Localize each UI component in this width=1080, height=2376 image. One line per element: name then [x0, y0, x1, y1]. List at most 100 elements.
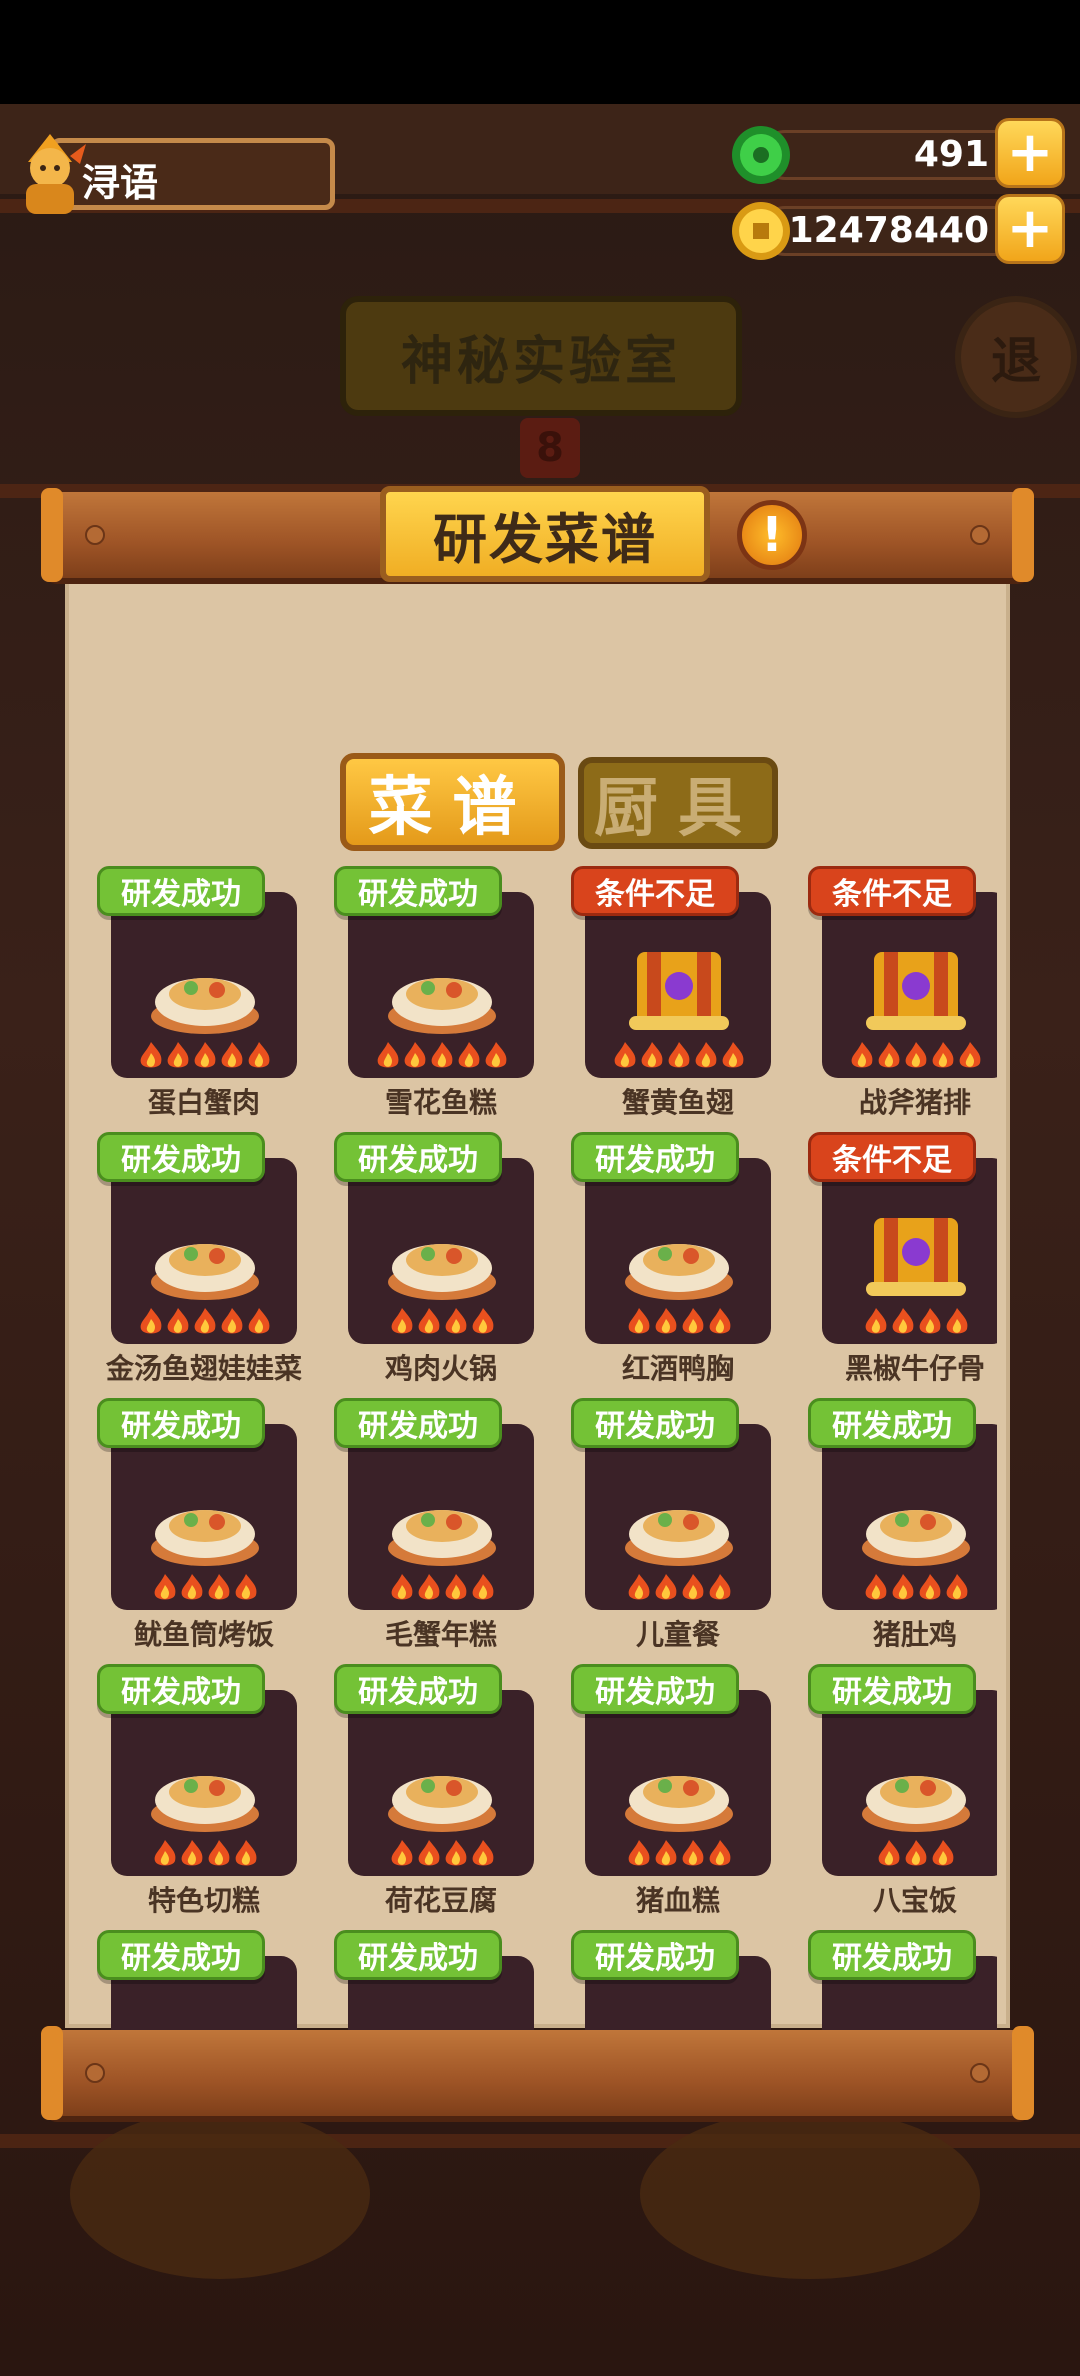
flame-icon	[485, 1042, 507, 1068]
recipe-card[interactable]: 研发成功特色切糕	[97, 1664, 332, 1924]
player-info[interactable]: 浔语	[10, 128, 335, 218]
flame-icon	[181, 1574, 202, 1600]
flame-icon	[932, 1042, 954, 1068]
flame-icon	[404, 1042, 426, 1068]
chicken-hotpot-icon	[388, 1244, 496, 1300]
recipe-panel: 菜谱 厨具 研发成功 蛋白蟹肉 研发成功 雪花鱼糕 条件不足 蟹黄鱼翅 条件不足 战斧猪排 研发…	[41, 486, 1034, 2120]
recipe-card[interactable]: 研发成功鸡肉火锅	[334, 1132, 569, 1392]
flame-icon	[235, 1840, 256, 1866]
heat-rating	[356, 1041, 528, 1075]
status-badge: 研发成功	[97, 1132, 265, 1182]
recipe-card[interactable]: 研发成功 金汤鱼翅娃娃菜	[97, 1132, 332, 1392]
recipe-card[interactable]: 条件不足 黑椒牛仔骨	[808, 1132, 997, 1392]
recipe-name: 蟹黄鱼翅	[621, 1086, 734, 1119]
locked-scroll-icon	[629, 952, 729, 1030]
locked-scroll-icon	[866, 1218, 966, 1296]
recipe-name: 鸡肉火锅	[384, 1352, 497, 1385]
kids-meal-bowl-icon	[625, 1510, 733, 1566]
recipe-card[interactable]: 研发成功 雪花鱼糕	[334, 866, 569, 1126]
heat-rating	[593, 1307, 765, 1341]
recipe-card[interactable]: 研发成功 猪肚鸡	[808, 1398, 997, 1658]
recipe-card[interactable]: 条件不足 战斧猪排	[808, 866, 997, 1126]
player-name: 浔语	[82, 161, 159, 205]
flame-icon	[472, 1840, 493, 1866]
rail-cap	[41, 488, 63, 582]
flame-icon	[391, 1308, 412, 1334]
flame-icon	[946, 1308, 967, 1334]
recipe-card[interactable]: 研发成功毛蟹年糕	[334, 1398, 569, 1658]
panel-title-banner: 研发菜谱	[380, 486, 710, 582]
shark-fin-pot-icon	[151, 1244, 259, 1300]
squid-rice-plate-icon	[151, 1510, 259, 1566]
status-badge: 研发成功	[97, 1664, 265, 1714]
recipe-card[interactable]: 研发成功 红酒鸭胸	[571, 1132, 806, 1392]
recipe-card[interactable]: 研发成功 儿童餐	[571, 1398, 806, 1658]
flame-icon	[919, 1574, 940, 1600]
tab-recipes[interactable]: 菜谱	[340, 753, 565, 851]
recipe-name: 儿童餐	[635, 1618, 720, 1651]
flame-icon	[235, 1574, 256, 1600]
duck-breast-plate-icon	[625, 1244, 733, 1300]
recipe-name: 猪肚鸡	[872, 1618, 957, 1651]
flame-icon	[628, 1840, 649, 1866]
player-avatar-icon[interactable]	[10, 128, 90, 218]
flame-icon	[865, 1574, 886, 1600]
flame-icon	[905, 1042, 927, 1068]
recipe-name: 蛋白蟹肉	[147, 1086, 260, 1119]
heat-rating	[356, 1307, 528, 1341]
status-badge: 条件不足	[808, 866, 976, 916]
status-badge: 条件不足	[571, 866, 739, 916]
pork-chicken-pot-icon	[862, 1510, 970, 1566]
info-button[interactable]: !	[737, 500, 807, 570]
flame-icon	[946, 1574, 967, 1600]
background-cauldron	[640, 2109, 980, 2279]
flame-icon	[208, 1840, 229, 1866]
heat-rating	[119, 1573, 291, 1607]
nail-icon	[970, 525, 990, 545]
status-badge: 研发成功	[334, 1132, 502, 1182]
fish-cake-pot-icon	[388, 978, 496, 1034]
flame-icon	[391, 1574, 412, 1600]
heat-rating	[119, 1041, 291, 1075]
recipe-name: 毛蟹年糕	[384, 1618, 497, 1651]
heat-rating	[356, 1839, 528, 1873]
flame-icon	[655, 1840, 676, 1866]
recipe-name: 荷花豆腐	[384, 1884, 497, 1917]
heat-rating	[593, 1839, 765, 1873]
recipe-name: 八宝饭	[872, 1884, 957, 1917]
flame-icon	[445, 1574, 466, 1600]
recipe-card[interactable]: 研发成功 猪血糕	[571, 1664, 806, 1924]
status-badge: 研发成功	[334, 866, 502, 916]
jade-icon	[732, 126, 790, 184]
recipe-card[interactable]: 研发成功 蛋白蟹肉	[97, 866, 332, 1126]
flame-icon	[614, 1042, 636, 1068]
status-bar	[0, 0, 1080, 104]
add-coins-button[interactable]: +	[995, 194, 1065, 264]
recipe-card[interactable]: 条件不足蟹黄鱼翅	[571, 866, 806, 1126]
recipe-name: 猪血糕	[635, 1884, 720, 1917]
crab-meat-bowl-icon	[151, 978, 259, 1034]
tab-utensils[interactable]: 厨具	[578, 757, 778, 849]
flame-icon	[194, 1308, 216, 1334]
heat-rating	[830, 1307, 997, 1341]
flame-icon	[709, 1308, 730, 1334]
flame-icon	[431, 1042, 453, 1068]
flame-icon	[181, 1840, 202, 1866]
flame-icon	[655, 1574, 676, 1600]
lab-title: 神秘实验室	[400, 331, 681, 392]
exit-button[interactable]: 退	[955, 296, 1077, 418]
recipe-card[interactable]: 研发成功鱿鱼筒烤饭	[97, 1398, 332, 1658]
flame-icon	[668, 1042, 690, 1068]
flame-icon	[208, 1574, 229, 1600]
coin-icon	[732, 202, 790, 260]
recipe-card[interactable]: 研发成功 八宝饭	[808, 1664, 997, 1924]
recipe-card[interactable]: 研发成功 荷花豆腐	[334, 1664, 569, 1924]
recipe-name: 特色切糕	[147, 1884, 260, 1917]
add-jade-button[interactable]: +	[995, 118, 1065, 188]
flame-icon	[154, 1574, 175, 1600]
background-sign-label: 8	[536, 425, 564, 471]
status-badge: 研发成功	[97, 1398, 265, 1448]
crab-ricecake-bowl-icon	[388, 1510, 496, 1566]
recipe-name: 鱿鱼筒烤饭	[133, 1618, 274, 1651]
status-badge: 研发成功	[334, 1398, 502, 1448]
